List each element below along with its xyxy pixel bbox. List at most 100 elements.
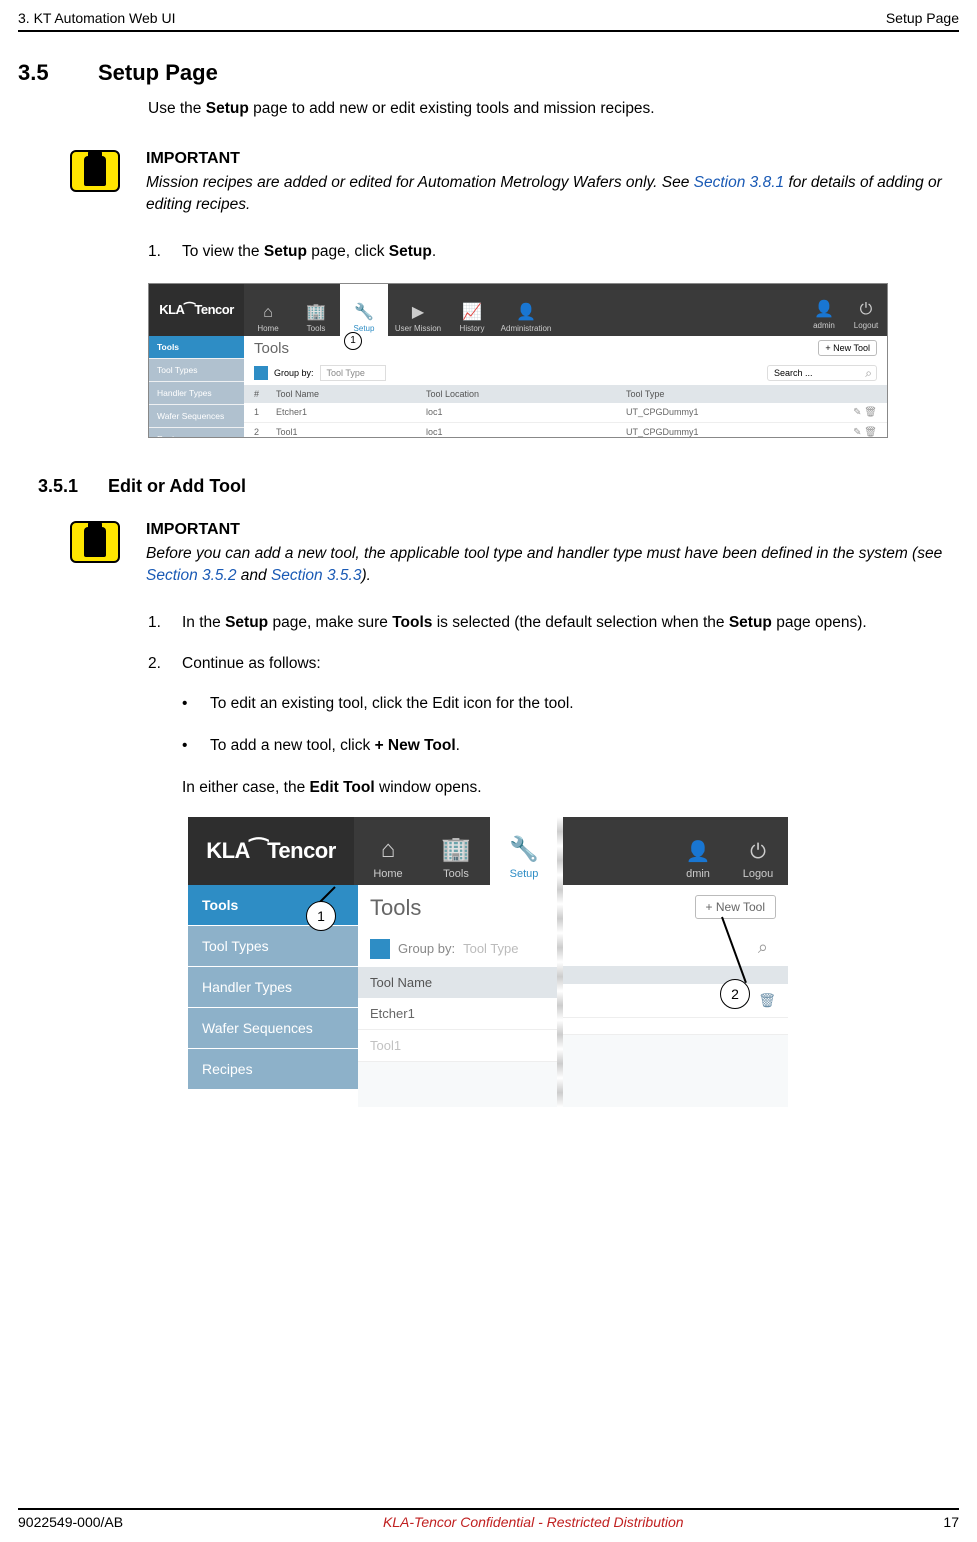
screenshot-setup-page: KLA⁀Tencor ⌂Home 🏢Tools 🔧Setup ▶User Mis…: [148, 283, 888, 438]
search-input[interactable]: Search ...: [767, 365, 877, 381]
section-title: Setup Page: [98, 60, 218, 86]
power-icon: ⏻: [860, 301, 873, 319]
sidebar-item-wafer-sequences[interactable]: Wafer Sequences: [188, 1008, 358, 1049]
panel-title: Tools: [254, 340, 289, 357]
panel-title: Tools: [370, 895, 421, 921]
bullet-edit: • To edit an existing tool, click the Ed…: [182, 695, 959, 713]
sidebar-item-handler-types[interactable]: Handler Types: [188, 967, 358, 1008]
section-heading-3-5: 3.5 Setup Page: [18, 60, 959, 86]
subsection-num: 3.5.1: [38, 476, 78, 497]
nav-home[interactable]: ⌂Home: [244, 284, 292, 336]
nav-tools[interactable]: 🏢Tools: [422, 817, 490, 885]
delete-icon[interactable]: 🗑: [758, 992, 776, 1009]
user-icon: 👤: [814, 299, 834, 319]
footer-confidential: KLA-Tencor Confidential - Restricted Dis…: [383, 1514, 684, 1530]
step-list-2: 1. In the Setup page, make sure Tools is…: [148, 612, 959, 797]
app-logo: KLA⁀Tencor: [149, 284, 244, 336]
important-title: IMPORTANT: [146, 150, 946, 168]
search-icon[interactable]: ⌕: [758, 937, 776, 958]
nav-home[interactable]: ⌂Home: [354, 817, 422, 885]
table-row: Tool1: [358, 1030, 558, 1062]
nav-tools[interactable]: 🏢Tools: [292, 284, 340, 336]
bullet-add: • To add a new tool, click + New Tool.: [182, 737, 959, 755]
main-panel: Tools + New Tool Group by: Tool Type Sea…: [244, 336, 887, 438]
section-heading-3-5-1: 3.5.1 Edit or Add Tool: [38, 476, 959, 497]
sidebar-item-wafer-sequences[interactable]: Wafer Sequences: [149, 405, 244, 428]
admin-icon: 👤: [516, 302, 536, 322]
user-icon: 👤: [686, 839, 711, 864]
step-list-1: 1. To view the Setup page, click Setup.: [148, 241, 959, 263]
sidebar-item-tool-types[interactable]: Tool Types: [149, 359, 244, 382]
tools-icon: 🏢: [441, 835, 471, 864]
sidebar: Tools Tool Types Handler Types Wafer Seq…: [149, 336, 244, 438]
app-topbar: KLA⁀Tencor ⌂Home 🏢Tools 🔧Setup: [188, 817, 558, 885]
important-icon: [70, 150, 120, 192]
group-by-toggle[interactable]: [254, 366, 268, 380]
step-1b: 1. In the Setup page, make sure Tools is…: [148, 612, 959, 634]
nav-setup[interactable]: 🔧Setup: [340, 284, 388, 336]
step-1: 1. To view the Setup page, click Setup.: [148, 241, 959, 263]
group-by-label: Group by:: [398, 941, 455, 956]
group-by-select[interactable]: Tool Type: [320, 365, 386, 381]
row-actions[interactable]: ✎ 🗑: [847, 427, 877, 438]
power-icon: ⏻: [750, 841, 766, 864]
section-num: 3.5: [18, 60, 68, 86]
table-row: 1 Etcher1 loc1 UT_CPGDummy1 ✎ 🗑: [244, 403, 887, 423]
important-text: Before you can add a new tool, the appli…: [146, 543, 946, 588]
nav-user-partial[interactable]: 👤dmin: [668, 839, 728, 885]
intro-text: Use the Setup page to add new or edit ex…: [148, 100, 959, 118]
nav-history[interactable]: 📈History: [448, 284, 496, 336]
sidebar-item-tool-types[interactable]: Tool Types: [188, 926, 358, 967]
footer-pagenum: 17: [943, 1514, 959, 1530]
tools-icon: 🏢: [306, 302, 326, 322]
link-section-3-5-2[interactable]: Section 3.5.2: [146, 567, 236, 584]
callout-2: 2: [720, 979, 750, 1009]
bullet-list: • To edit an existing tool, click the Ed…: [182, 695, 959, 755]
wrench-icon: 🔧: [509, 835, 539, 864]
link-section-3-5-3[interactable]: Section 3.5.3: [271, 567, 361, 584]
important-text: Mission recipes are added or edited for …: [146, 172, 946, 217]
footer-docnum: 9022549-000/AB: [18, 1514, 123, 1530]
after-bullets-text: In either case, the Edit Tool window ope…: [182, 779, 959, 797]
subsection-title: Edit or Add Tool: [108, 476, 246, 497]
screenshot-edit-tool: KLA⁀Tencor ⌂Home 🏢Tools 🔧Setup Tools Too…: [188, 817, 788, 1107]
wrench-icon: 🔧: [354, 302, 374, 322]
new-tool-button[interactable]: + New Tool: [695, 895, 776, 919]
important-icon: [70, 521, 120, 563]
callout-1: 1: [344, 332, 362, 350]
table-header: Tool Name: [358, 967, 558, 998]
group-by-value[interactable]: Tool Type: [463, 941, 518, 956]
page-header: 3. KT Automation Web UI Setup Page: [18, 10, 959, 32]
nav-user-mission[interactable]: ▶User Mission: [388, 284, 448, 336]
tools-table: # Tool Name Tool Location Tool Type 1 Et…: [244, 385, 887, 438]
table-header: # Tool Name Tool Location Tool Type: [244, 385, 887, 403]
group-by-label: Group by:: [274, 368, 314, 378]
table-row: Etcher1: [358, 998, 558, 1030]
app-logo: KLA⁀Tencor: [188, 817, 354, 885]
nav-admin[interactable]: 👤Administration: [496, 284, 556, 336]
nav-logout[interactable]: ⏻Logout: [845, 299, 887, 333]
nav-logout-partial[interactable]: ⏻Logou: [728, 841, 788, 885]
link-section-3-8-1[interactable]: Section 3.8.1: [694, 174, 784, 191]
nav-user[interactable]: 👤admin: [803, 299, 845, 333]
important-title: IMPORTANT: [146, 521, 946, 539]
play-icon: ▶: [412, 302, 424, 322]
group-by-toggle[interactable]: [370, 939, 390, 959]
home-icon: ⌂: [381, 836, 396, 864]
important-note-1: IMPORTANT Mission recipes are added or e…: [70, 150, 959, 217]
app-topbar: KLA⁀Tencor ⌂Home 🏢Tools 🔧Setup ▶User Mis…: [149, 284, 887, 336]
main-panel-left: Tools Group by: Tool Type Tool Name Etch…: [358, 885, 558, 1107]
table-row: 2 Tool1 loc1 UT_CPGDummy1 ✎ 🗑: [244, 423, 887, 438]
step-2b: 2. Continue as follows:: [148, 653, 959, 675]
app-topbar-right: 👤dmin ⏻Logou: [563, 817, 788, 885]
sidebar-item-recipes[interactable]: Recipes: [149, 428, 244, 438]
sidebar-item-recipes[interactable]: Recipes: [188, 1049, 358, 1090]
main-panel-right: + New Tool ⌕ ✎ 🗑: [563, 885, 788, 1107]
sidebar-item-handler-types[interactable]: Handler Types: [149, 382, 244, 405]
new-tool-button[interactable]: + New Tool: [818, 340, 877, 356]
row-actions[interactable]: ✎ 🗑: [847, 407, 877, 418]
sidebar-item-tools[interactable]: Tools: [149, 336, 244, 359]
important-note-2: IMPORTANT Before you can add a new tool,…: [70, 521, 959, 588]
chart-icon: 📈: [462, 302, 482, 322]
nav-setup[interactable]: 🔧Setup: [490, 817, 558, 885]
